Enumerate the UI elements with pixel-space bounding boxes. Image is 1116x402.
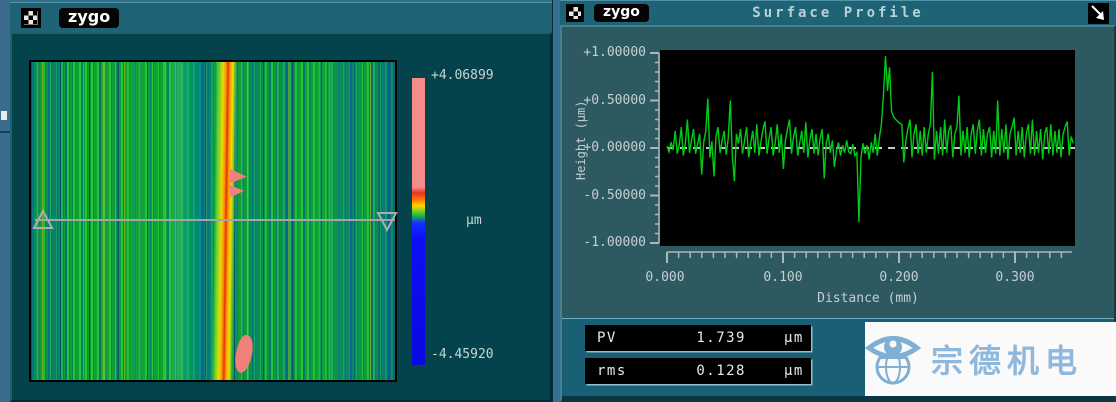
surface-map-window: zygo +4.06899 µm -4.45920 [10, 2, 552, 402]
watermark-text: 宗德机电 [931, 336, 1083, 382]
window-bottom-edge [562, 396, 1114, 402]
pv-unit: µm [784, 330, 804, 346]
zygo-logo: zygo [59, 8, 119, 28]
rms-unit: µm [784, 363, 804, 379]
y-tick-label: +0.00000 [580, 140, 646, 155]
y-tick-label: -1.00000 [580, 235, 646, 250]
profile-slice-line[interactable] [31, 62, 399, 384]
colorbar-min-label: -4.45920 [431, 347, 494, 362]
zygo-logo: zygo [594, 4, 649, 22]
vendor-watermark: 宗德机电 [865, 322, 1116, 396]
occluded-window-glyph [1, 111, 7, 120]
x-axis-ticks [660, 250, 1075, 265]
x-tick-label: 0.100 [755, 270, 811, 285]
slice-end-handle-triangle-down-icon [378, 213, 396, 230]
corner-arrow-icon[interactable] [1088, 3, 1109, 24]
colorbar-unit-label: µm [466, 213, 482, 228]
window-menu-checker-icon[interactable] [21, 8, 41, 28]
occluded-window-edge [0, 0, 10, 402]
x-tick-label: 0.000 [637, 270, 693, 285]
x-tick-label: 0.200 [871, 270, 927, 285]
y-axis-ticks [646, 45, 660, 250]
colorbar-max-label: +4.06899 [431, 68, 494, 83]
surface-profile-window: zygo Surface Profile Height (µm) +1.0000… [560, 0, 1116, 402]
pv-value: 1.739 [658, 330, 746, 346]
surface-topography-map[interactable] [29, 60, 397, 382]
profile-plot-area [660, 50, 1075, 246]
y-tick-label: -0.50000 [580, 188, 646, 203]
surface-map-titlebar[interactable]: zygo [10, 2, 552, 32]
eye-globe-logo-icon [865, 327, 927, 391]
height-colorbar [412, 78, 425, 365]
rms-result-box: rms 0.128 µm [585, 358, 811, 384]
y-tick-label: +1.00000 [580, 45, 646, 60]
profile-line-chart [660, 50, 1075, 246]
rms-label: rms [586, 363, 658, 379]
surface-profile-titlebar[interactable]: zygo Surface Profile [560, 0, 1116, 25]
window-menu-checker-icon[interactable] [566, 4, 584, 22]
rms-value: 0.128 [658, 363, 746, 379]
pv-label: PV [586, 330, 658, 346]
pv-result-box: PV 1.739 µm [585, 325, 811, 351]
x-tick-label: 0.300 [987, 270, 1043, 285]
x-axis-label: Distance (mm) [798, 291, 938, 306]
y-tick-label: +0.50000 [580, 93, 646, 108]
desktop-gap [552, 0, 560, 402]
occluded-window-divider [0, 131, 10, 133]
